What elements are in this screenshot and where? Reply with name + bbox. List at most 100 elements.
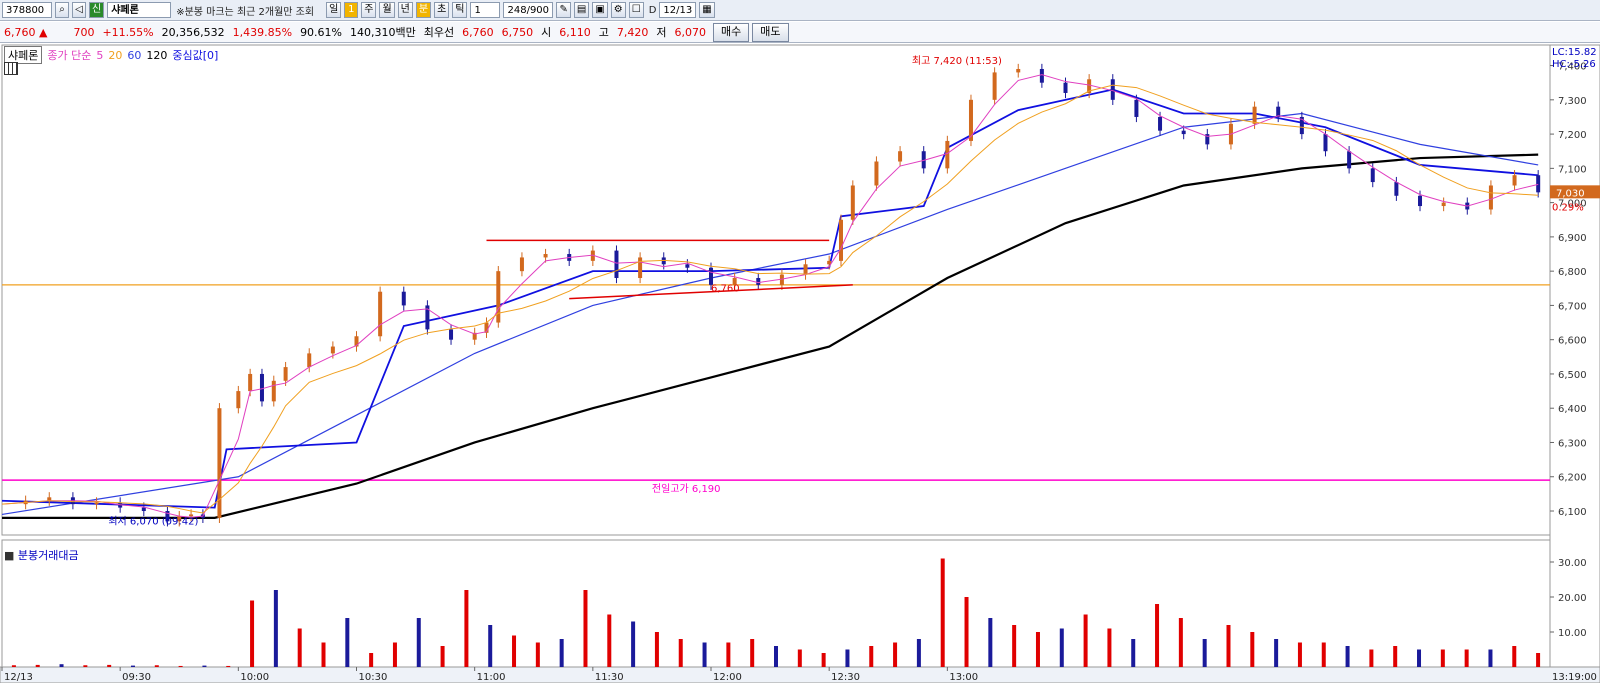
x-tick-label: 10:30	[359, 672, 388, 683]
candle-body	[248, 373, 253, 392]
candle-body	[945, 140, 950, 169]
candle-body	[259, 373, 264, 402]
volume-bar	[893, 642, 898, 667]
x-tick-label: 11:00	[477, 672, 506, 683]
volume-bar	[797, 649, 802, 667]
candle-body	[283, 367, 288, 381]
candle-body	[1039, 68, 1044, 83]
candle-body	[1110, 79, 1115, 100]
y-tick-label: 6,500	[1558, 370, 1587, 381]
volume-bar	[297, 628, 302, 667]
candle-body	[1488, 185, 1493, 210]
volume-bar	[1035, 632, 1040, 667]
x-tick-label: 13:00	[949, 672, 978, 683]
volume-bar	[1464, 649, 1469, 667]
candle-body	[709, 267, 714, 285]
volume-panel-title: ■ 분봉거래대금	[4, 549, 79, 562]
volume-bar	[1345, 646, 1350, 667]
x-tick-label: 11:30	[595, 672, 624, 683]
y-tick-label: 6,800	[1558, 267, 1587, 278]
volume-bar	[1155, 604, 1160, 667]
volume-bar	[178, 665, 183, 667]
y-tick-label: 7,300	[1558, 96, 1587, 107]
volume-bar	[1369, 649, 1374, 667]
candle-body	[449, 329, 454, 340]
volume-tick-label: 30.00	[1558, 558, 1587, 569]
legend-ma20: 20	[108, 48, 123, 62]
volume-bar	[107, 664, 112, 667]
volume-bar	[845, 649, 850, 667]
volume-bar	[1440, 649, 1445, 667]
volume-bar	[607, 614, 612, 667]
volume-bar	[559, 639, 564, 667]
candle-body	[519, 257, 524, 272]
volume-bar	[1059, 628, 1064, 667]
volume-bar	[869, 646, 874, 667]
trend-label: 6,760	[711, 284, 740, 295]
chart-legend: 샤페론 종가 단순 5 20 60 120 중심값[0]	[4, 46, 218, 64]
volume-bar	[678, 639, 683, 667]
volume-bar	[916, 639, 921, 667]
y-tick-label: 6,600	[1558, 336, 1587, 347]
volume-bar	[940, 558, 945, 667]
candle-body	[378, 291, 383, 337]
legend-center: 중심값[0]	[172, 49, 219, 62]
volume-bar	[774, 646, 778, 667]
legend-ma60: 60	[127, 48, 142, 62]
candle-body	[1536, 175, 1541, 193]
volume-bar	[1226, 625, 1231, 667]
volume-bar	[83, 665, 88, 667]
candle-body	[271, 380, 276, 402]
volume-bar	[369, 653, 374, 667]
candle-body	[1181, 130, 1186, 135]
volume-bar	[464, 590, 469, 667]
grid-icon[interactable]	[4, 62, 18, 75]
candle-body	[1512, 175, 1517, 186]
x-tick-label: 13:19:00	[1552, 672, 1597, 683]
candle-body	[217, 408, 222, 518]
volume-bar	[250, 600, 255, 667]
candle-body	[1134, 99, 1139, 117]
volume-bar	[1178, 618, 1183, 667]
volume-bar	[321, 642, 326, 667]
candle-body	[1394, 182, 1399, 196]
candle-body	[330, 346, 335, 354]
candle-body	[1158, 116, 1163, 131]
legend-ma5: 5	[96, 48, 104, 62]
legend-ma-label: 종가 단순	[47, 49, 92, 62]
volume-bar	[964, 597, 969, 667]
volume-bar	[583, 590, 588, 667]
volume-bar	[345, 618, 350, 667]
volume-bar	[1012, 625, 1017, 667]
current-price-label: 7,030	[1556, 188, 1585, 199]
volume-bar	[11, 665, 16, 667]
candle-body	[685, 264, 690, 268]
volume-bar	[702, 642, 707, 667]
volume-bar	[654, 632, 659, 667]
y-tick-label: 6,900	[1558, 233, 1587, 244]
volume-bar	[59, 664, 64, 667]
candle-body	[803, 264, 808, 275]
volume-tick-label: 20.00	[1558, 593, 1587, 604]
candle-body	[1323, 134, 1328, 152]
volume-bar	[1393, 646, 1398, 667]
price-chart[interactable]: 7,4007,3007,2007,1007,0006,9006,8006,700…	[0, 0, 1600, 683]
volume-bar	[1536, 653, 1541, 667]
volume-bar	[631, 621, 636, 667]
volume-bar	[35, 664, 40, 667]
volume-bar	[1250, 632, 1255, 667]
y-tick-label: 6,300	[1558, 438, 1587, 449]
volume-bar	[512, 635, 517, 667]
x-tick-label: 12/13	[4, 672, 33, 683]
candle-body	[1418, 195, 1423, 207]
volume-bar	[273, 590, 278, 667]
y-tick-label: 6,400	[1558, 404, 1587, 415]
hc-label: HC:-5.26	[1552, 59, 1596, 70]
volume-bar	[988, 618, 993, 667]
candle-body	[898, 151, 903, 162]
x-tick-label: 10:00	[240, 672, 269, 683]
y-tick-label: 6,100	[1558, 507, 1587, 518]
volume-bar	[130, 665, 135, 667]
volume-bar	[392, 642, 397, 667]
candle-body	[1370, 168, 1375, 183]
